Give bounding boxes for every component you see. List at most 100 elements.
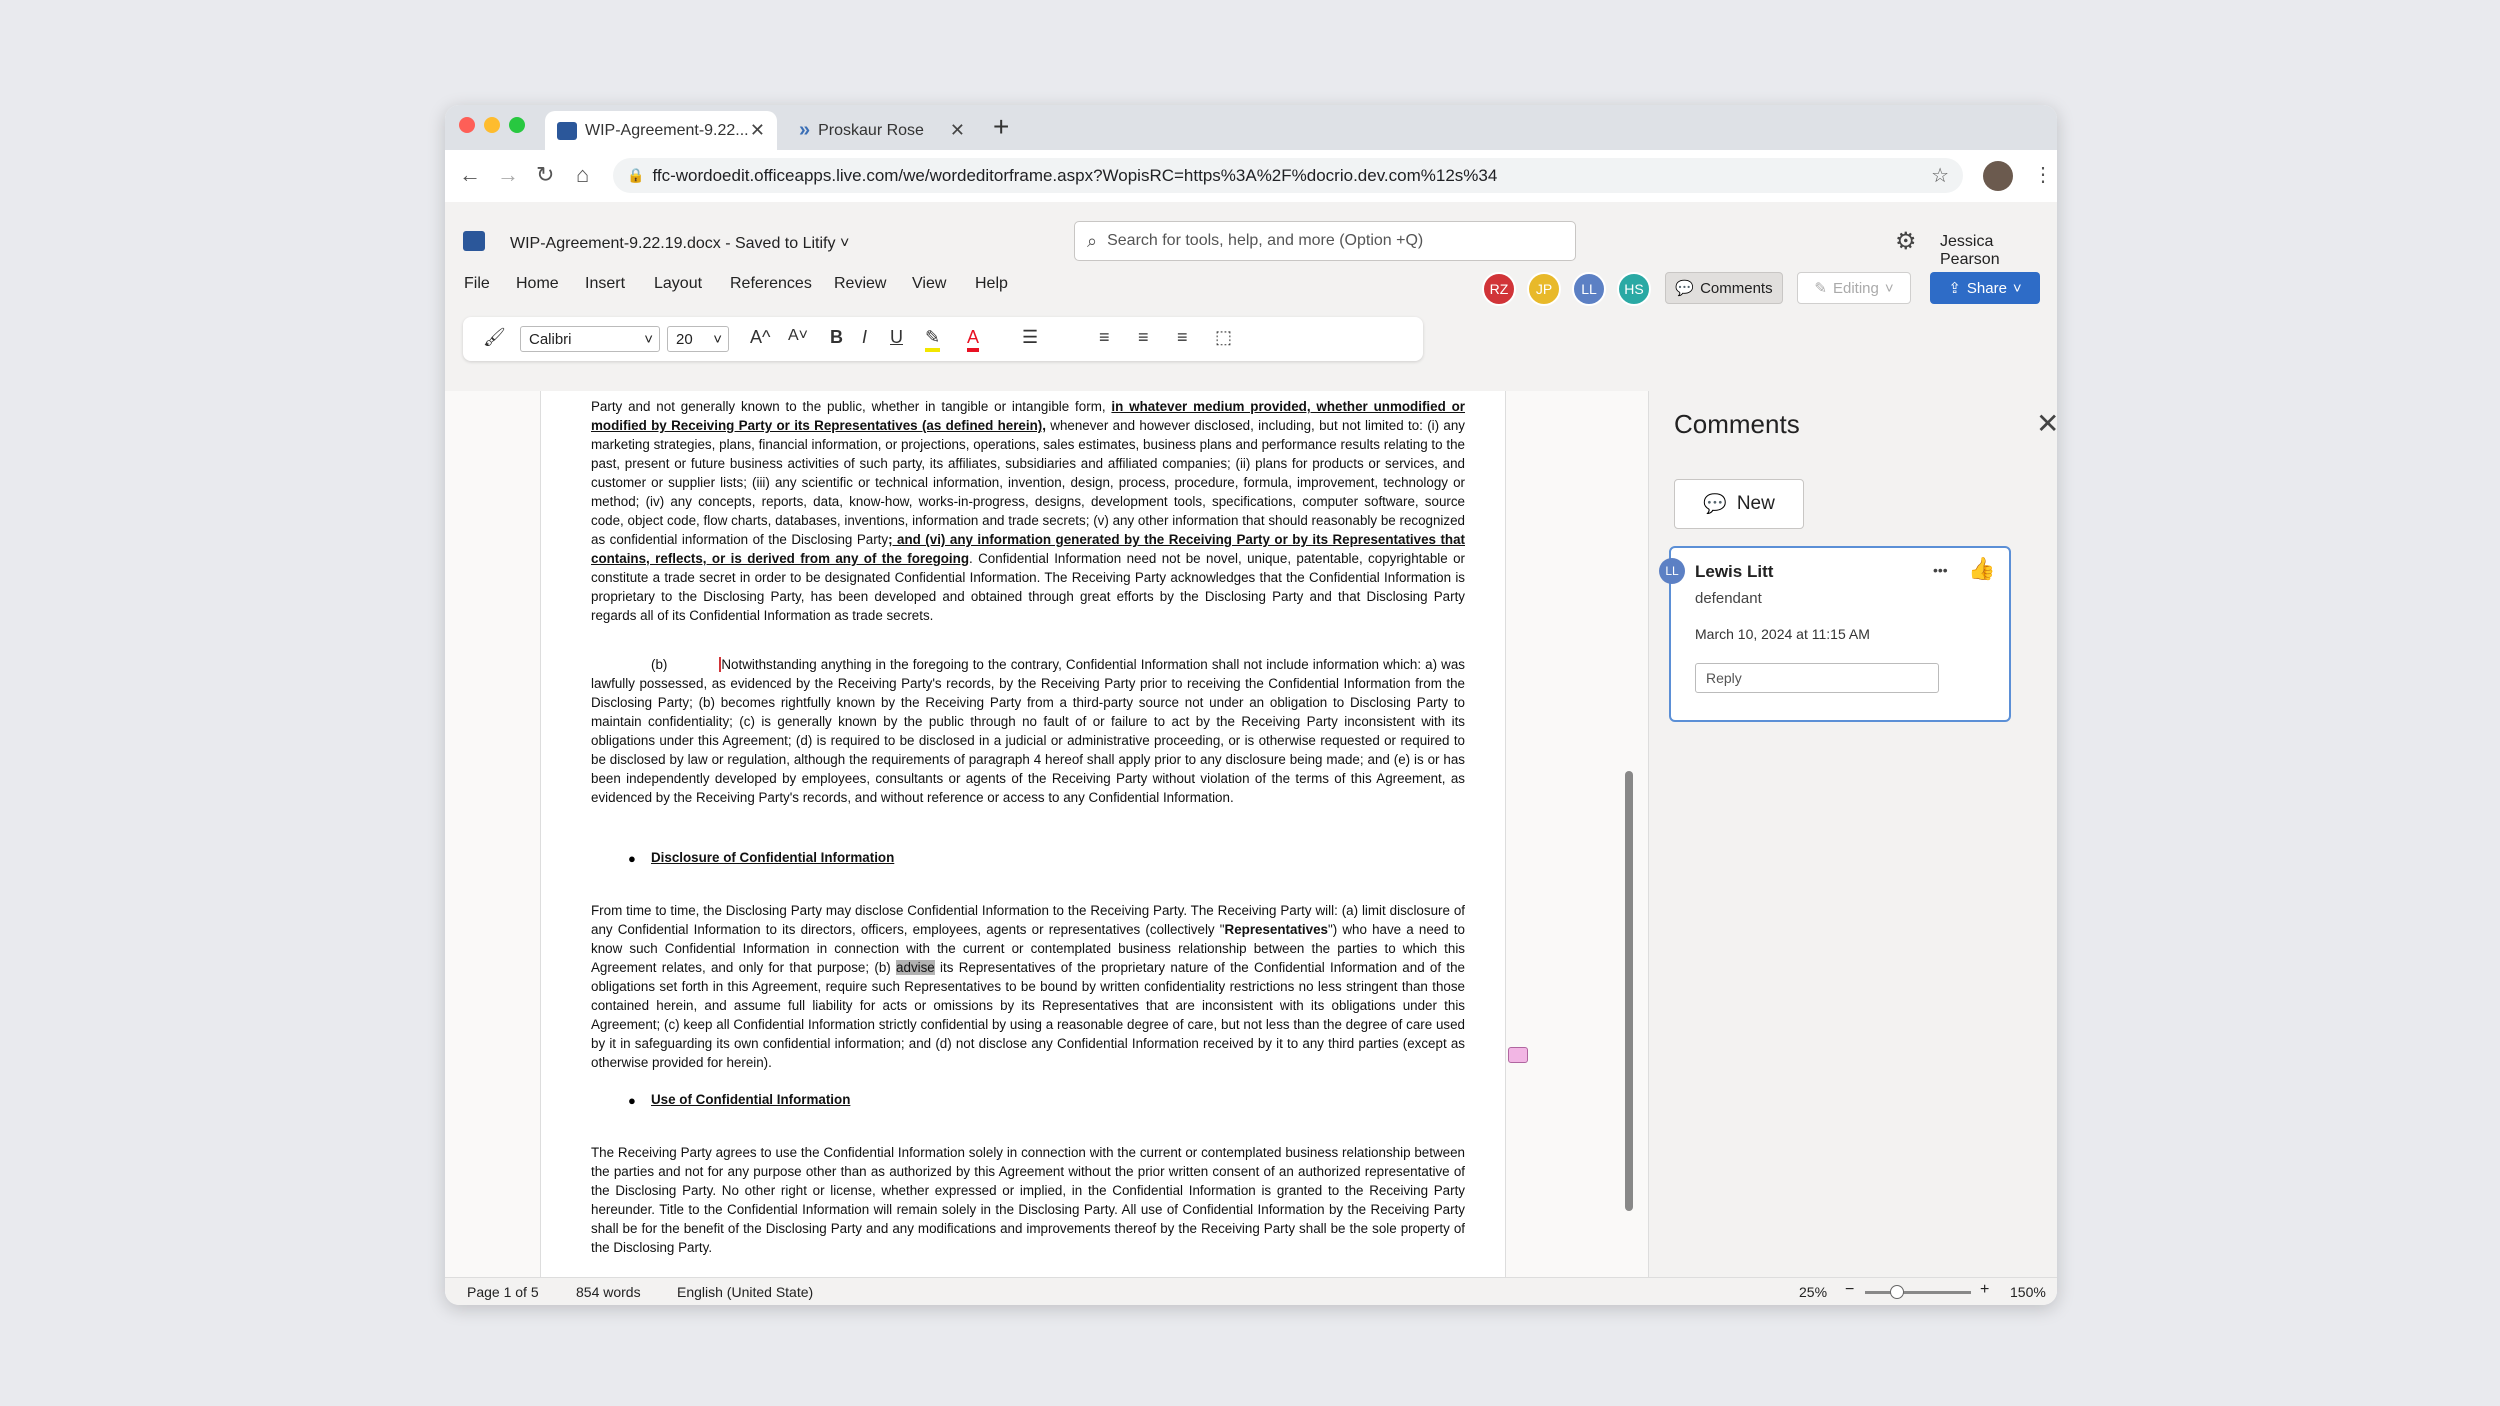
minimize-window-button[interactable] <box>484 117 500 133</box>
chevron-down-icon: ˅ <box>644 330 653 348</box>
word-app-icon[interactable] <box>463 231 485 251</box>
reply-input[interactable]: Reply <box>1695 663 1939 693</box>
collaborator-avatar[interactable]: RZ <box>1482 272 1516 306</box>
zoom-slider[interactable] <box>1865 1285 1971 1299</box>
document-canvas: Party and not generally known to the pub… <box>445 391 1648 1281</box>
more-options-icon[interactable]: ••• <box>1933 562 1948 578</box>
share-icon: ⇪ <box>1948 280 1961 297</box>
zoom-out-button[interactable]: − <box>1845 1281 1854 1299</box>
forward-icon[interactable]: → <box>497 162 519 188</box>
text-run: its Representatives of the proprietary n… <box>591 960 1465 1070</box>
url-bar[interactable]: 🔒 ffc-wordoedit.officeapps.live.com/we/w… <box>613 158 1963 193</box>
zoom-slider-thumb[interactable] <box>1890 1285 1904 1299</box>
font-family-select[interactable]: Calibri ˅ <box>520 326 660 352</box>
reload-icon[interactable]: ↻ <box>536 162 554 188</box>
comment-author: Lewis Litt <box>1695 562 1774 581</box>
new-tab-button[interactable]: + <box>993 111 1009 143</box>
menu-file[interactable]: File <box>464 275 490 293</box>
paragraph-use[interactable]: The Receiving Party agrees to use the Co… <box>591 1143 1465 1257</box>
selected-text[interactable]: advise <box>896 960 935 975</box>
search-box[interactable]: ⌕ Search for tools, help, and more (Opti… <box>1074 221 1576 261</box>
comment-text: defendant <box>1695 590 1762 607</box>
bold-button[interactable]: B <box>830 327 843 348</box>
comment-marker-icon[interactable] <box>1508 1047 1528 1063</box>
comment-icon: 💬 <box>1675 280 1695 297</box>
bullet-list-icon[interactable]: ☰ <box>1022 327 1038 348</box>
menu-insert[interactable]: Insert <box>585 275 625 293</box>
close-icon[interactable]: ✕ <box>2036 407 2057 440</box>
align-center-icon[interactable]: ≡ <box>1138 327 1149 348</box>
close-window-button[interactable] <box>459 117 475 133</box>
search-icon: ⌕ <box>1087 230 1098 251</box>
add-comment-icon: 💬 <box>1703 494 1727 515</box>
paragraph-definition[interactable]: Party and not generally known to the pub… <box>591 397 1465 625</box>
new-comment-label: New <box>1736 493 1775 514</box>
home-icon[interactable]: ⌂ <box>576 162 589 188</box>
search-placeholder: Search for tools, help, and more (Option… <box>1107 232 1424 249</box>
gear-icon[interactable]: ⚙ <box>1895 227 1917 256</box>
paragraph-exclusions[interactable]: (b) Notwithstanding anything in the foreg… <box>591 655 1465 807</box>
editing-label: Editing <box>1832 279 1879 297</box>
font-size-select[interactable]: 20 ˅ <box>667 326 729 352</box>
tab-proskaur-rose[interactable]: » Proskaur Rose ✕ <box>787 111 977 150</box>
tab-close-icon[interactable]: ✕ <box>750 120 765 141</box>
bookmark-star-icon[interactable]: ☆ <box>1931 163 1949 188</box>
share-button[interactable]: ⇪ Share ˅ <box>1930 272 2040 304</box>
font-color-icon[interactable]: A <box>967 327 980 352</box>
document-title[interactable]: WIP-Agreement-9.22.19.docx - Saved to Li… <box>510 235 849 253</box>
format-painter-icon[interactable]: 🖌 <box>483 327 506 348</box>
section-heading-disclosure[interactable]: Disclosure of Confidential Information <box>651 850 894 865</box>
word-icon <box>557 121 577 140</box>
litify-icon: » <box>799 119 811 141</box>
like-icon[interactable]: 👍 <box>1968 556 1995 582</box>
menu-layout[interactable]: Layout <box>654 275 702 293</box>
italic-button[interactable]: I <box>862 327 867 348</box>
tab-wip-agreement[interactable]: WIP-Agreement-9.22... ✕ <box>545 111 777 150</box>
page-count[interactable]: Page 1 of 5 <box>467 1284 539 1300</box>
share-label: Share <box>1966 279 2007 297</box>
browser-menu-icon[interactable]: ⋮ <box>2033 162 2053 187</box>
back-icon[interactable]: ← <box>459 162 481 188</box>
align-right-icon[interactable]: ≡ <box>1177 327 1188 348</box>
underline-button[interactable]: U <box>890 327 903 348</box>
tab-close-icon[interactable]: ✕ <box>950 120 965 141</box>
menu-home[interactable]: Home <box>516 275 559 293</box>
comments-button-label: Comments <box>1700 279 1773 297</box>
paragraph-disclosure[interactable]: From time to time, the Disclosing Party … <box>591 901 1465 1072</box>
paragraph-label: (b) <box>651 657 668 672</box>
word-count[interactable]: 854 words <box>576 1284 641 1300</box>
menu-help[interactable]: Help <box>975 275 1008 293</box>
chevron-down-icon: ˅ <box>839 235 850 252</box>
formatting-ribbon: 🖌 Calibri ˅ 20 ˅ A^ A˅ B I U ✎ A ☰ ≡ ≡ ≡… <box>463 317 1423 361</box>
collaborator-avatar[interactable]: LL <box>1572 272 1606 306</box>
font-size-value: 20 <box>676 330 693 348</box>
shrink-font-button[interactable]: A˅ <box>788 327 808 345</box>
align-left-icon[interactable]: ≡ <box>1099 327 1110 348</box>
text-run-bold: Representatives <box>1224 922 1328 937</box>
language-status[interactable]: English (United State) <box>677 1284 813 1300</box>
borders-icon[interactable]: ⬚ <box>1215 327 1232 348</box>
menu-references[interactable]: References <box>730 275 812 293</box>
avatar: LL <box>1659 558 1685 584</box>
highlight-icon[interactable]: ✎ <box>925 327 941 352</box>
comments-button[interactable]: 💬 Comments <box>1665 272 1783 304</box>
profile-avatar[interactable] <box>1983 161 2013 191</box>
user-name[interactable]: Jessica Pearson <box>1940 233 2057 269</box>
document-page[interactable]: Party and not generally known to the pub… <box>540 391 1506 1281</box>
menu-review[interactable]: Review <box>834 275 886 293</box>
comment-card[interactable]: LL Lewis Litt ••• 👍 defendant March 10, … <box>1659 546 2011 722</box>
collaborator-avatar[interactable]: HS <box>1617 272 1651 306</box>
comments-pane-title: Comments <box>1674 409 1800 439</box>
chevron-down-icon: ˅ <box>713 330 722 348</box>
grow-font-button[interactable]: A^ <box>750 327 770 348</box>
menu-view[interactable]: View <box>912 275 946 293</box>
new-comment-button[interactable]: 💬 New <box>1674 479 1804 529</box>
maximize-window-button[interactable] <box>509 117 525 133</box>
text-run: Notwithstanding anything in the foregoin… <box>591 657 1465 805</box>
editing-mode-button[interactable]: ✎ Editing ˅ <box>1797 272 1911 304</box>
document-scrollbar[interactable] <box>1625 771 1633 1211</box>
collaborator-avatar[interactable]: JP <box>1527 272 1561 306</box>
pencil-icon: ✎ <box>1814 280 1827 297</box>
zoom-in-button[interactable]: + <box>1980 1281 1989 1299</box>
section-heading-use[interactable]: Use of Confidential Information <box>651 1092 850 1107</box>
